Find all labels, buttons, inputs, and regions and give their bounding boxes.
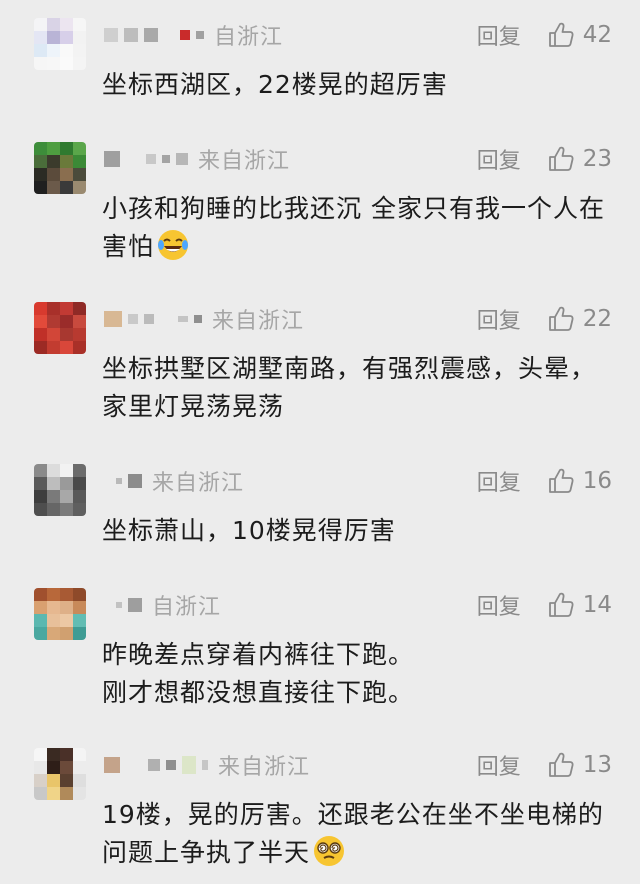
username-redacted: [104, 598, 142, 612]
comment-text: 昨晚差点穿着内裤往下跑。 刚才想都没想直接往下跑。: [102, 636, 612, 712]
like-button[interactable]: 16: [547, 467, 612, 495]
location-label: 自浙江: [152, 595, 222, 620]
username-redacted: [104, 28, 204, 42]
username-redacted: [104, 151, 188, 167]
like-button[interactable]: 23: [547, 145, 612, 173]
avatar[interactable]: [34, 588, 86, 640]
user-line: 来自浙江: [104, 146, 291, 174]
comment-text-line: 昨晚差点穿着内裤往下跑。: [102, 640, 415, 669]
tears-of-joy-emoji: [158, 230, 189, 260]
thumbs-up-icon: [548, 22, 574, 47]
location-label: 自浙江: [214, 25, 284, 50]
comment-text: 19楼，晃的厉害。还跟老公在坐不坐电梯的问题上争执了半天: [102, 796, 612, 872]
comment-text: 坐标拱墅区湖墅南路，有强烈震感，头晕，家里灯晃荡晃荡: [102, 354, 597, 421]
like-button[interactable]: 22: [547, 305, 612, 333]
dizzy-face-emoji: [314, 836, 345, 866]
username-redacted: [104, 311, 202, 327]
user-line: 自浙江: [104, 22, 284, 50]
location-label: 来自浙江: [198, 149, 291, 174]
avatar[interactable]: [34, 18, 86, 70]
like-count: 22: [582, 306, 612, 332]
like-button[interactable]: 14: [547, 591, 612, 619]
comment-actions: 回复 23: [477, 144, 612, 174]
like-button[interactable]: 42: [547, 21, 612, 49]
avatar[interactable]: [34, 464, 86, 516]
reply-button[interactable]: 回复: [477, 589, 521, 621]
location-label: 来自浙江: [152, 471, 245, 496]
user-line: 来自浙江: [104, 752, 311, 780]
reply-button[interactable]: 回复: [477, 143, 521, 175]
thumbs-up-icon: [548, 146, 574, 171]
user-line: 来自浙江: [104, 306, 305, 334]
like-count: 14: [582, 592, 612, 618]
comment-text: 坐标西湖区，22楼晃的超厉害: [102, 70, 448, 99]
comment-text-content: 19楼，晃的厉害。还跟老公在坐不坐电梯的问题上争执了半天: [102, 800, 604, 867]
reply-button[interactable]: 回复: [477, 465, 521, 497]
thumbs-up-icon: [548, 468, 574, 493]
avatar[interactable]: [34, 142, 86, 194]
thumbs-up-icon: [548, 752, 574, 777]
reply-button[interactable]: 回复: [477, 303, 521, 335]
comment-actions: 回复 14: [477, 590, 612, 620]
like-count: 42: [582, 22, 612, 48]
user-line: 来自浙江: [104, 468, 245, 496]
location-label: 来自浙江: [212, 309, 305, 334]
like-count: 16: [582, 468, 612, 494]
location-label: 来自浙江: [218, 755, 311, 780]
thumbs-up-icon: [548, 306, 574, 331]
like-count: 23: [582, 146, 612, 172]
comment-actions: 回复 16: [477, 466, 612, 496]
username-redacted: [104, 474, 142, 488]
comment-text-line: 刚才想都没想直接往下跑。: [102, 678, 415, 707]
thumbs-up-icon: [548, 592, 574, 617]
comment-text: 小孩和狗睡的比我还沉 全家只有我一个人在害怕: [102, 190, 612, 266]
like-count: 13: [582, 752, 612, 778]
user-line: 自浙江: [104, 592, 222, 620]
comment-actions: 回复 42: [477, 20, 612, 50]
like-button[interactable]: 13: [547, 751, 612, 779]
avatar[interactable]: [34, 748, 86, 800]
reply-button[interactable]: 回复: [477, 749, 521, 781]
comment-actions: 回复 13: [477, 750, 612, 780]
avatar[interactable]: [34, 302, 86, 354]
reply-button[interactable]: 回复: [477, 19, 521, 51]
username-redacted: [104, 756, 208, 774]
comment-actions: 回复 22: [477, 304, 612, 334]
comment-text: 坐标萧山，10楼晃得厉害: [102, 516, 396, 545]
